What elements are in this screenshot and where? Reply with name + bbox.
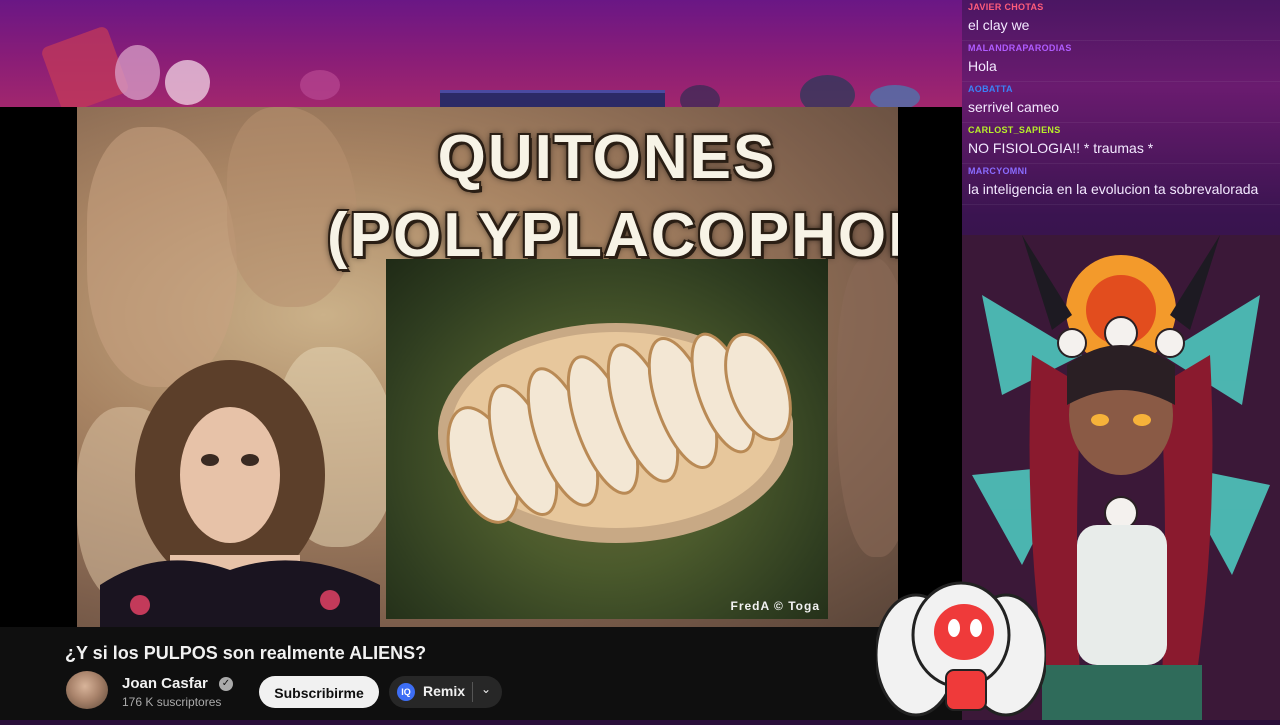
subscribe-button[interactable]: Subscribirme: [259, 676, 379, 708]
chat-username[interactable]: MALANDRAPARODIAS: [968, 43, 1274, 55]
slide-title-line1: QUITONES: [437, 123, 777, 192]
chat-message: JAVIER CHOTAS el clay we: [962, 0, 1280, 41]
chat-text: serrivel cameo: [968, 99, 1060, 115]
chat-message: AOBATTA serrivel cameo: [962, 82, 1280, 123]
chat-username[interactable]: AOBATTA: [968, 84, 1274, 96]
video-title[interactable]: ¿Y si los PULPOS son realmente ALIENS?: [65, 643, 426, 664]
chat-username[interactable]: MARCYOMNI: [968, 166, 1274, 178]
chat-message: MARCYOMNI la inteligencia en la evolucion…: [962, 164, 1280, 205]
slide-title: QUITONES (POLYPLACOPHORA): [327, 119, 898, 275]
chat-text: NO FISIOLOGIA!! * traumas *: [968, 140, 1154, 156]
chat-username[interactable]: CARLOST_SAPIENS: [968, 125, 1274, 137]
channel-avatar[interactable]: [66, 671, 108, 709]
chiton-illustration: [438, 323, 793, 543]
chat-panel: JAVIER CHOTAS el clay we MALANDRAPARODIAS H…: [962, 0, 1280, 235]
mascot-character: [874, 570, 1048, 720]
remix-icon: IQ: [397, 683, 415, 701]
room-shelf: [440, 90, 665, 108]
chat-text: Hola: [968, 58, 997, 74]
remix-label: Remix: [423, 683, 466, 699]
chat-username[interactable]: JAVIER CHOTAS: [968, 2, 1274, 14]
chat-text: el clay we: [968, 17, 1030, 33]
presenter-webcam: [100, 355, 380, 627]
chat-message: MALANDRAPARODIAS Hola: [962, 41, 1280, 82]
chat-message: CARLOST_SAPIENS NO FISIOLOGIA!! * traumas…: [962, 123, 1280, 164]
chiton-photo: FredA © Toga: [386, 259, 828, 619]
remix-button[interactable]: IQ Remix ⌄: [389, 676, 502, 708]
photo-credit: FredA © Toga: [730, 599, 820, 613]
subscriber-count: 176 K suscriptores: [122, 695, 222, 709]
chevron-down-icon[interactable]: ⌄: [481, 682, 491, 696]
verified-check-icon: ✓: [219, 677, 233, 691]
stream-room-overlay: [0, 0, 962, 108]
chat-text: la inteligencia en la evolucion ta sobre…: [968, 181, 1259, 197]
channel-name[interactable]: Joan Casfar: [122, 675, 208, 692]
remix-divider: [472, 682, 473, 702]
